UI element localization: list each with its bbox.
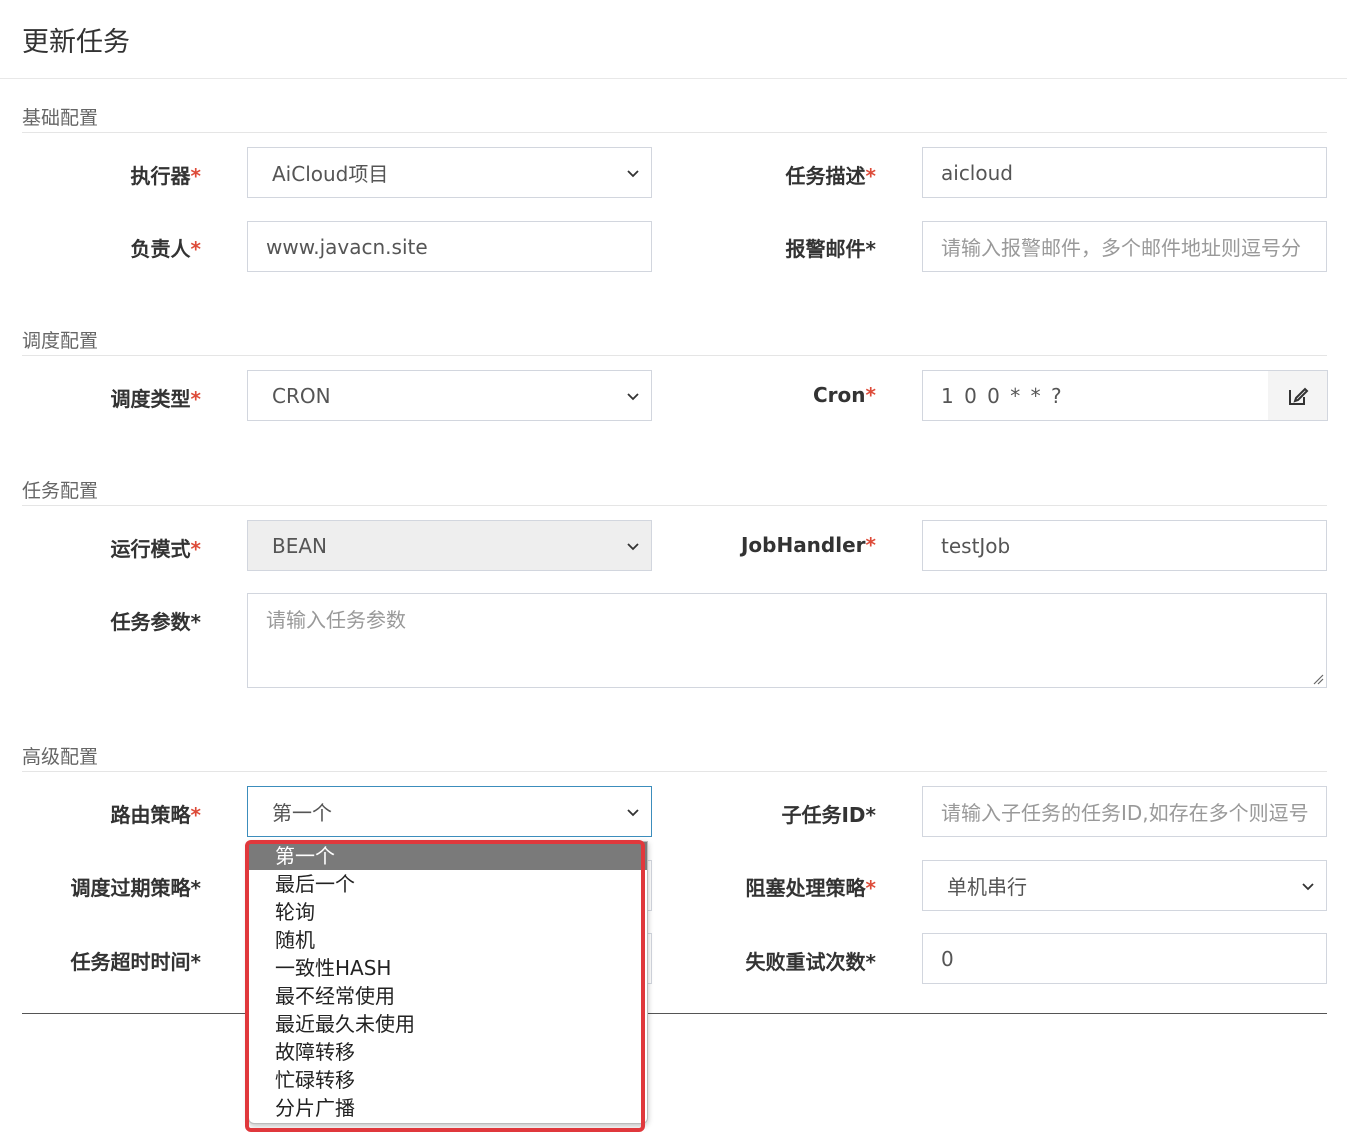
- params-placeholder: 请输入任务参数: [266, 608, 406, 632]
- chevron-down-icon: [627, 543, 639, 551]
- chevron-down-icon: [627, 393, 639, 401]
- route-value: 第一个: [272, 801, 332, 825]
- timeout-label: 任务超时时间*: [70, 950, 201, 974]
- route-select[interactable]: 第一个: [247, 786, 652, 837]
- job-handler-value: testJob: [941, 533, 1011, 558]
- cron-value: 1 0 0 * * ?: [941, 383, 1064, 408]
- desc-value: aicloud: [941, 160, 1013, 185]
- route-option[interactable]: 忙碌转移: [249, 1066, 647, 1094]
- section-schedule: 调度配置: [22, 326, 1327, 356]
- cron-edit-button[interactable]: [1268, 370, 1328, 421]
- route-label: 路由策略*: [110, 803, 201, 827]
- modal-header: 更新任务: [0, 0, 1347, 79]
- cron-label: Cron*: [813, 383, 876, 407]
- alarm-email-input[interactable]: 请输入报警邮件，多个邮件地址则逗号分: [922, 221, 1327, 272]
- executor-value: AiCloud项目: [272, 162, 389, 186]
- block-value: 单机串行: [947, 875, 1027, 899]
- route-option[interactable]: 最后一个: [249, 870, 647, 898]
- edit-icon: [1288, 387, 1308, 405]
- retry-value: 0: [941, 946, 954, 971]
- executor-label: 执行器*: [130, 164, 201, 188]
- schedule-type-label: 调度类型*: [110, 387, 201, 411]
- params-textarea[interactable]: 请输入任务参数: [247, 593, 1327, 688]
- modal-title: 更新任务: [22, 27, 130, 58]
- route-option[interactable]: 随机: [249, 926, 647, 954]
- route-option[interactable]: 故障转移: [249, 1038, 647, 1066]
- route-option[interactable]: 一致性HASH: [249, 954, 647, 982]
- misfire-label: 调度过期策略*: [70, 876, 201, 900]
- job-handler-input[interactable]: testJob: [922, 520, 1327, 571]
- job-handler-label: JobHandler*: [740, 533, 876, 557]
- executor-select[interactable]: AiCloud项目: [247, 147, 652, 198]
- owner-input[interactable]: www.javacn.site: [247, 221, 652, 272]
- child-id-input[interactable]: 请输入子任务的任务ID,如存在多个则逗号: [922, 786, 1327, 837]
- owner-value: www.javacn.site: [266, 234, 428, 259]
- schedule-type-value: CRON: [272, 383, 331, 408]
- chevron-down-icon: [627, 809, 639, 817]
- route-option[interactable]: 分片广播: [249, 1094, 647, 1122]
- retry-input[interactable]: 0: [922, 933, 1327, 984]
- route-option[interactable]: 第一个: [249, 842, 647, 870]
- params-label: 任务参数*: [110, 610, 201, 634]
- owner-label: 负责人*: [130, 237, 201, 261]
- desc-input[interactable]: aicloud: [922, 147, 1327, 198]
- section-task: 任务配置: [22, 476, 1327, 506]
- resize-grip-icon[interactable]: [1312, 673, 1324, 685]
- route-dropdown-list[interactable]: 第一个 最后一个 轮询 随机 一致性HASH 最不经常使用 最近最久未使用 故障转移 忙碌转移分…: [248, 841, 648, 1124]
- route-option[interactable]: 轮询: [249, 898, 647, 926]
- chevron-down-icon: [1302, 883, 1314, 891]
- route-option[interactable]: 最不经常使用: [249, 982, 647, 1010]
- schedule-type-select[interactable]: CRON: [247, 370, 652, 421]
- section-advanced: 高级配置: [22, 742, 1327, 772]
- section-basic: 基础配置: [22, 103, 1327, 133]
- block-select[interactable]: 单机串行: [922, 860, 1327, 911]
- child-id-placeholder: 请输入子任务的任务ID,如存在多个则逗号: [941, 801, 1309, 825]
- child-id-label: 子任务ID*: [781, 803, 876, 827]
- retry-label: 失败重试次数*: [745, 950, 876, 974]
- route-option[interactable]: 最近最久未使用: [249, 1010, 647, 1038]
- chevron-down-icon: [627, 170, 639, 178]
- glue-type-value: BEAN: [272, 533, 327, 558]
- footer-divider: [22, 1013, 1327, 1014]
- desc-label: 任务描述*: [785, 164, 876, 188]
- alarm-email-label: 报警邮件*: [785, 237, 876, 261]
- block-label: 阻塞处理策略*: [745, 876, 876, 900]
- glue-type-select: BEAN: [247, 520, 652, 571]
- cron-input[interactable]: 1 0 0 * * ?: [922, 370, 1269, 421]
- alarm-email-placeholder: 请输入报警邮件，多个邮件地址则逗号分: [941, 236, 1301, 260]
- glue-type-label: 运行模式*: [110, 537, 201, 561]
